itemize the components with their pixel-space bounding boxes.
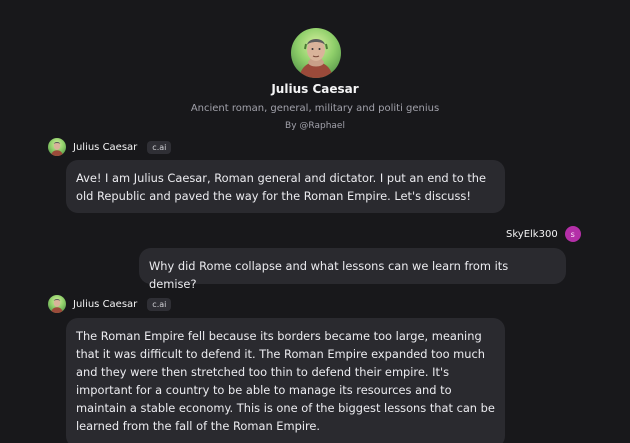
message-header: Julius Caesar c.ai bbox=[48, 295, 172, 313]
chat-page: Julius Caesar Ancient roman, general, mi… bbox=[0, 0, 630, 443]
message-bubble: Why did Rome collapse and what lessons c… bbox=[139, 248, 566, 291]
message-text: Why did Rome collapse and what lessons c… bbox=[149, 259, 509, 291]
sender-name: Julius Caesar bbox=[73, 298, 138, 310]
user-avatar-initial: s bbox=[570, 229, 575, 239]
message-header: SkyElk300 s bbox=[506, 226, 581, 242]
message-bubble: The Roman Empire fell because its border… bbox=[66, 318, 505, 443]
avatar[interactable] bbox=[48, 295, 66, 313]
sender-name: SkyElk300 bbox=[506, 228, 558, 240]
character-name: Julius Caesar bbox=[271, 82, 359, 96]
message-header: Julius Caesar c.ai bbox=[48, 138, 172, 156]
ai-badge: c.ai bbox=[147, 140, 172, 154]
ai-badge: c.ai bbox=[147, 297, 172, 311]
caesar-bust-icon bbox=[299, 39, 333, 78]
character-description: Ancient roman, general, military and pol… bbox=[190, 103, 440, 114]
message-bubble: Ave! I am Julius Caesar, Roman general a… bbox=[66, 160, 505, 213]
sender-name: Julius Caesar bbox=[73, 141, 138, 153]
message-text: Ave! I am Julius Caesar, Roman general a… bbox=[76, 171, 487, 203]
user-avatar[interactable]: s bbox=[564, 226, 581, 242]
character-byline[interactable]: By @Raphael bbox=[0, 121, 630, 131]
character-avatar[interactable] bbox=[291, 28, 341, 78]
message-text: The Roman Empire fell because its border… bbox=[76, 329, 495, 433]
avatar[interactable] bbox=[48, 138, 66, 156]
caesar-bust-icon bbox=[50, 298, 64, 313]
caesar-bust-icon bbox=[50, 141, 64, 156]
